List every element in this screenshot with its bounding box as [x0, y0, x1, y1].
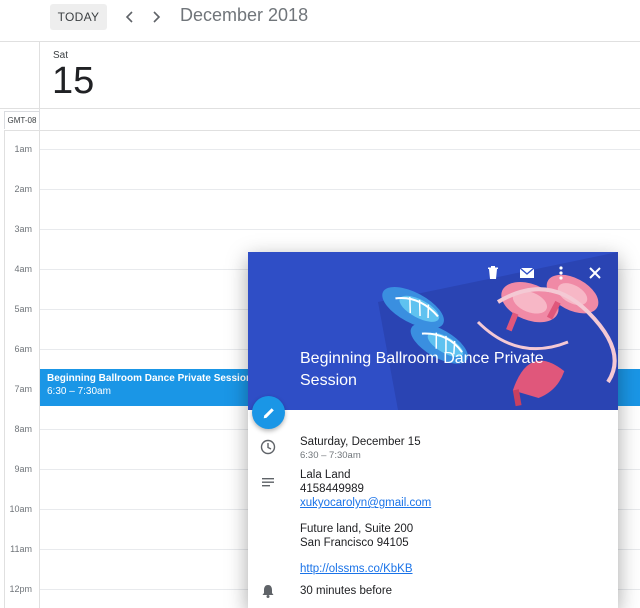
reminder-text: 30 minutes before [300, 585, 393, 597]
trash-icon[interactable] [484, 264, 502, 282]
event-date: Saturday, December 15 [300, 436, 421, 448]
hour-label: 8am [14, 424, 32, 434]
chevron-right-icon[interactable] [146, 6, 166, 28]
more-vert-icon[interactable] [552, 264, 570, 282]
clock-icon [260, 439, 276, 455]
email-icon[interactable] [518, 264, 536, 282]
address-line-1: Future land, Suite 200 [300, 523, 414, 535]
hour-line [40, 189, 640, 190]
hour-label: 9am [14, 464, 32, 474]
month-title: December 2018 [180, 5, 309, 25]
hour-line [40, 229, 640, 230]
event-time-range: 6:30 – 7:30am [300, 450, 361, 461]
divider [0, 108, 640, 109]
calendar-toolbar: TODAY December 2018 [0, 0, 640, 42]
pencil-icon [263, 407, 274, 418]
hour-label: 7am [14, 384, 32, 394]
divider [4, 130, 640, 131]
hour-label: 4am [14, 264, 32, 274]
popup-event-title: Beginning Ballroom Dance Private Session [300, 350, 544, 389]
bell-icon [260, 583, 276, 599]
contact-name: Lala Land [300, 469, 351, 481]
event-description: Lala Land 4158449989 xukyocarolyn@gmail.… [300, 468, 431, 576]
hour-label: 2am [14, 184, 32, 194]
timezone-label: GMT-08 [4, 111, 40, 129]
event-details-popup: Beginning Ballroom Dance Private Session… [248, 252, 618, 608]
event-header-image: Beginning Ballroom Dance Private Session [248, 252, 618, 410]
hour-label: 3am [14, 224, 32, 234]
popup-actions [484, 264, 604, 282]
today-button[interactable]: TODAY [50, 4, 107, 30]
hour-label: 1am [14, 144, 32, 154]
hour-line [40, 149, 640, 150]
hour-label: 11am [10, 544, 32, 554]
divider [4, 130, 5, 608]
address-line-2: San Francisco 94105 [300, 537, 409, 549]
hour-label: 6am [14, 344, 32, 354]
description-icon [260, 474, 276, 490]
hour-label: 10am [9, 504, 32, 514]
event-date-block: Saturday, December 15 6:30 – 7:30am [300, 435, 421, 463]
hour-label: 12pm [9, 584, 32, 594]
contact-email-link[interactable]: xukyocarolyn@gmail.com [300, 496, 431, 510]
hour-label: 5am [14, 304, 32, 314]
close-icon[interactable] [586, 264, 604, 282]
day-number[interactable]: 15 [52, 60, 94, 103]
event-url-link[interactable]: http://olssms.co/KbKB [300, 562, 431, 576]
edit-button[interactable] [252, 396, 285, 429]
contact-phone: 4158449989 [300, 483, 364, 495]
chevron-left-icon[interactable] [120, 6, 140, 28]
